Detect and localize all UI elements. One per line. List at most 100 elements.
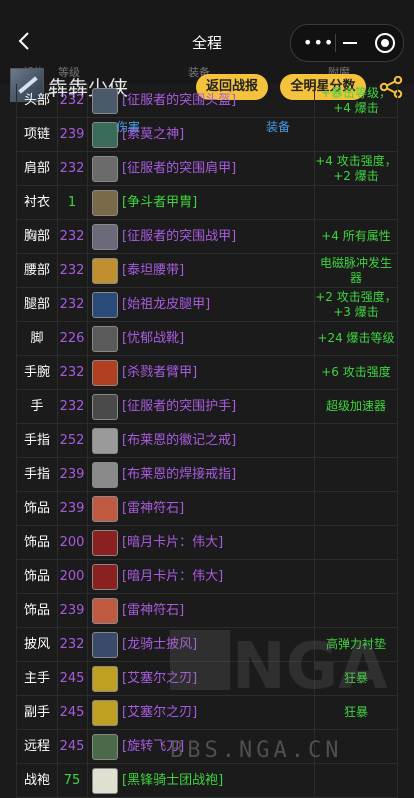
table-row[interactable]: 肩部 232 [征服者的突围肩甲] +4 攻击强度，+2 爆击: [16, 152, 398, 186]
enchant-cell: [315, 458, 398, 491]
table-row[interactable]: 饰品 239 [雷神符石]: [16, 594, 398, 628]
item-name[interactable]: [始祖龙皮腿甲]: [122, 288, 210, 321]
item-cell[interactable]: [始祖龙皮腿甲]: [88, 288, 315, 321]
item-icon: [92, 360, 118, 386]
enchant-cell: [315, 594, 398, 627]
item-icon: [92, 122, 118, 148]
slot-cell: 胸部: [16, 220, 58, 253]
item-name[interactable]: [雷神符石]: [122, 594, 184, 627]
item-icon: [92, 156, 118, 182]
table-row[interactable]: 主手 245 [艾塞尔之刃] 狂暴: [16, 662, 398, 696]
item-cell[interactable]: [艾塞尔之刃]: [88, 662, 315, 695]
watermark-text: BBS.NGA.CN: [170, 738, 343, 763]
table-row[interactable]: 饰品 239 [雷神符石]: [16, 492, 398, 526]
capsule-divider: [335, 34, 336, 52]
item-cell[interactable]: [索莫之神]: [88, 118, 315, 151]
item-name[interactable]: [征服者的突围护手]: [122, 390, 236, 423]
item-icon: [92, 224, 118, 250]
item-cell[interactable]: [争斗者甲胄]: [88, 186, 315, 219]
enchant-cell: 高弹力衬垫: [315, 628, 398, 661]
slot-cell: 脚: [16, 322, 58, 355]
item-icon: [92, 462, 118, 488]
item-cell[interactable]: [征服者的突围肩甲]: [88, 152, 315, 185]
table-row[interactable]: 披风 232 [龙骑士披风] 高弹力衬垫: [16, 628, 398, 662]
item-level-cell: 239: [57, 118, 88, 151]
item-level-cell: 239: [57, 492, 88, 525]
item-level-cell: 245: [57, 696, 88, 729]
item-name[interactable]: [忧郁战靴]: [122, 322, 184, 355]
item-name[interactable]: [暗月卡片：伟大]: [122, 526, 223, 559]
enchant-cell: +4 攻击强度，+2 爆击: [315, 152, 398, 185]
item-name[interactable]: [布莱恩的焊接戒指]: [122, 458, 236, 491]
item-icon: [92, 598, 118, 624]
table-row[interactable]: 手 232 [征服者的突围护手] 超级加速器: [16, 390, 398, 424]
slot-cell: 远程: [16, 730, 58, 763]
item-cell[interactable]: [征服者的突围头盔]: [88, 84, 315, 117]
table-row[interactable]: 头部 232 [征服者的突围头盔] +暴击等级，+4 爆击: [16, 84, 398, 118]
table-row[interactable]: 手指 252 [布莱恩的徽记之戒]: [16, 424, 398, 458]
table-row[interactable]: 脚 226 [忧郁战靴] +24 爆击等级: [16, 322, 398, 356]
close-target-icon[interactable]: [375, 33, 395, 53]
item-name[interactable]: [布莱恩的徽记之戒]: [122, 424, 236, 457]
item-cell[interactable]: [忧郁战靴]: [88, 322, 315, 355]
item-cell[interactable]: [杀戮者臂甲]: [88, 356, 315, 389]
table-row[interactable]: 腿部 232 [始祖龙皮腿甲] +2 攻击强度，+3 爆击: [16, 288, 398, 322]
table-row[interactable]: 腰部 232 [泰坦腰带] 电磁脉冲发生器: [16, 254, 398, 288]
item-name[interactable]: [争斗者甲胄]: [122, 186, 197, 219]
minimize-icon[interactable]: [343, 42, 357, 44]
item-level-cell: 232: [57, 152, 88, 185]
item-name[interactable]: [暗月卡片：伟大]: [122, 560, 223, 593]
table-row[interactable]: 手指 239 [布莱恩的焊接戒指]: [16, 458, 398, 492]
table-row[interactable]: 副手 245 [艾塞尔之刃] 狂暴: [16, 696, 398, 730]
item-cell[interactable]: [征服者的突围护手]: [88, 390, 315, 423]
slot-cell: 项链: [16, 118, 58, 151]
enchant-cell: +暴击等级，+4 爆击: [315, 84, 398, 117]
item-cell[interactable]: [黑锋骑士团战袍]: [88, 764, 315, 797]
item-icon: [92, 700, 118, 726]
item-icon: [92, 292, 118, 318]
more-icon[interactable]: •••: [303, 33, 334, 52]
enchant-cell: [315, 492, 398, 525]
item-name[interactable]: [泰坦腰带]: [122, 254, 184, 287]
table-row[interactable]: 战袍 75 [黑锋骑士团战袍]: [16, 764, 398, 798]
item-level-cell: 232: [57, 628, 88, 661]
table-row[interactable]: 项链 239 [索莫之神]: [16, 118, 398, 152]
item-icon: [92, 394, 118, 420]
item-name[interactable]: [征服者的突围肩甲]: [122, 152, 236, 185]
enchant-cell: +2 攻击强度，+3 爆击: [315, 288, 398, 321]
item-icon: [92, 190, 118, 216]
item-name[interactable]: [龙骑士披风]: [122, 628, 197, 661]
item-cell[interactable]: [暗月卡片：伟大]: [88, 560, 315, 593]
item-cell[interactable]: [布莱恩的焊接戒指]: [88, 458, 315, 491]
item-level-cell: 232: [57, 390, 88, 423]
item-cell[interactable]: [泰坦腰带]: [88, 254, 315, 287]
item-name[interactable]: [黑锋骑士团战袍]: [122, 764, 223, 797]
table-row[interactable]: 胸部 232 [征服者的突围战甲] +4 所有属性: [16, 220, 398, 254]
item-level-cell: 232: [57, 84, 88, 117]
item-cell[interactable]: [布莱恩的徽记之戒]: [88, 424, 315, 457]
item-name[interactable]: [索莫之神]: [122, 118, 184, 151]
item-name[interactable]: [艾塞尔之刃]: [122, 696, 197, 729]
enchant-cell: +4 所有属性: [315, 220, 398, 253]
table-row[interactable]: 衬衣 1 [争斗者甲胄]: [16, 186, 398, 220]
item-name[interactable]: [艾塞尔之刃]: [122, 662, 197, 695]
slot-cell: 手指: [16, 458, 58, 491]
item-name[interactable]: [杀戮者臂甲]: [122, 356, 197, 389]
item-cell[interactable]: [雷神符石]: [88, 492, 315, 525]
item-cell[interactable]: [龙骑士披风]: [88, 628, 315, 661]
table-row[interactable]: 饰品 200 [暗月卡片：伟大]: [16, 526, 398, 560]
item-name[interactable]: [雷神符石]: [122, 492, 184, 525]
enchant-cell: [315, 560, 398, 593]
item-cell[interactable]: [暗月卡片：伟大]: [88, 526, 315, 559]
table-row[interactable]: 手腕 232 [杀戮者臂甲] +6 攻击强度: [16, 356, 398, 390]
item-level-cell: 245: [57, 662, 88, 695]
item-name[interactable]: [征服者的突围战甲]: [122, 220, 236, 253]
item-cell[interactable]: [征服者的突围战甲]: [88, 220, 315, 253]
item-cell[interactable]: [艾塞尔之刃]: [88, 696, 315, 729]
item-cell[interactable]: [雷神符石]: [88, 594, 315, 627]
item-icon: [92, 326, 118, 352]
enchant-cell: [315, 118, 398, 151]
item-icon: [92, 88, 118, 114]
item-name[interactable]: [征服者的突围头盔]: [122, 84, 236, 117]
table-row[interactable]: 饰品 200 [暗月卡片：伟大]: [16, 560, 398, 594]
